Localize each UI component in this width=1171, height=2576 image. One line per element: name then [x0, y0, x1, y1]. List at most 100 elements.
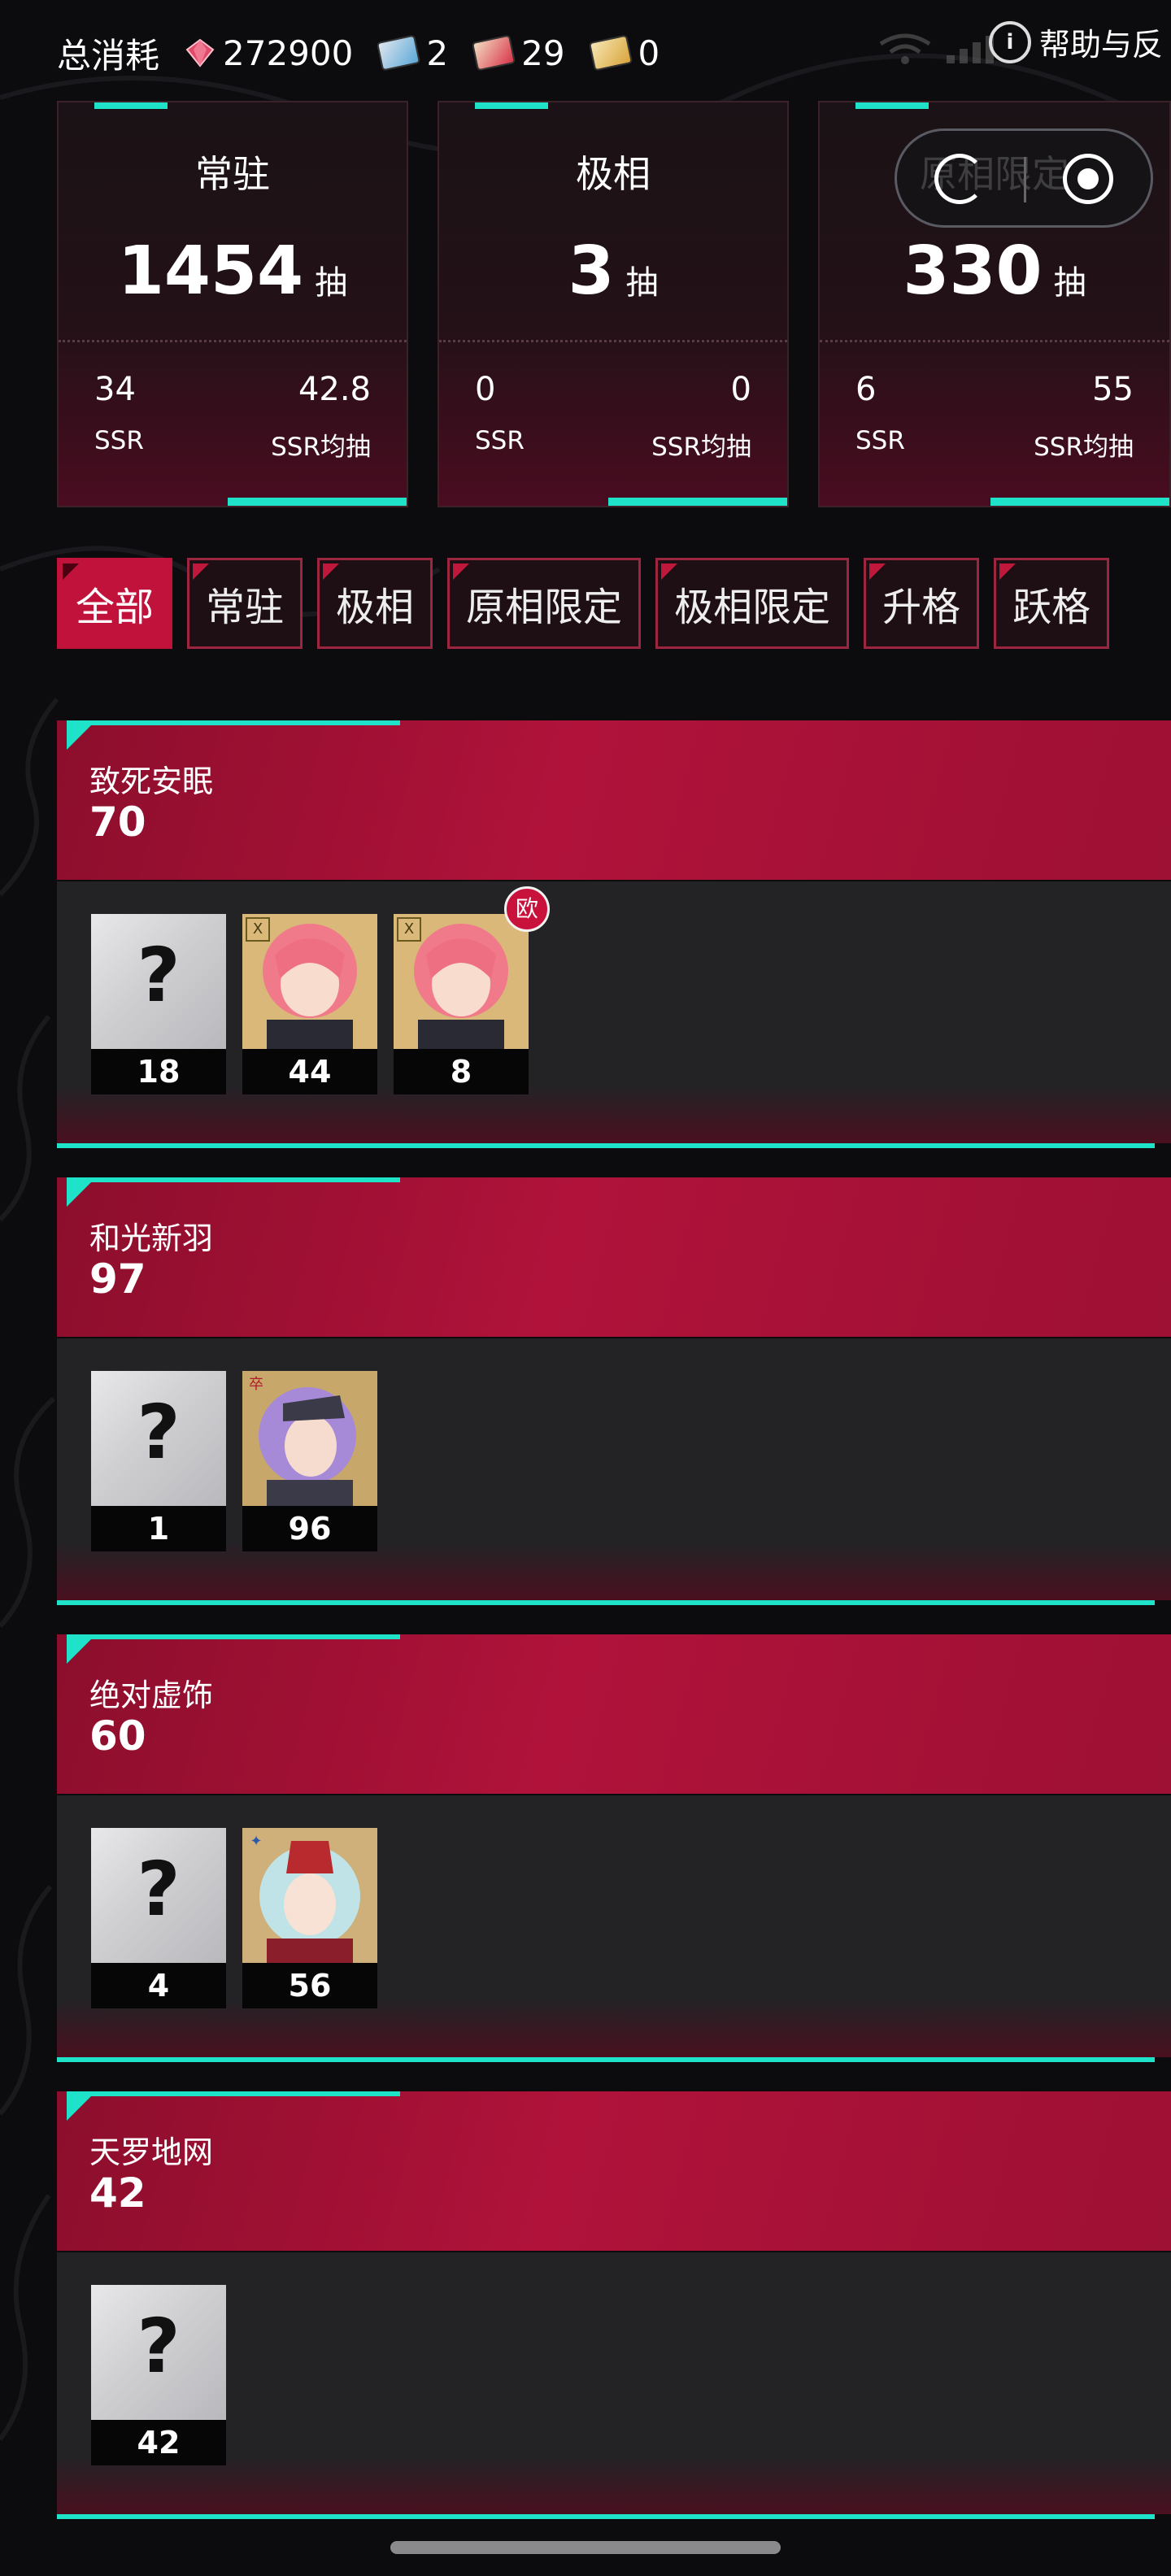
- unknown-portrait: ?: [91, 2285, 226, 2420]
- currency-red-ticket: 29: [471, 33, 565, 73]
- character-card-unknown[interactable]: ? 1: [91, 1371, 226, 1551]
- card-divider: [439, 340, 787, 342]
- character-card-unknown[interactable]: ? 4: [91, 1828, 226, 2008]
- character-card[interactable]: 卒 96: [242, 1371, 377, 1551]
- floating-capsule: [895, 128, 1153, 228]
- blue-ticket-icon: [377, 34, 421, 72]
- card-avg-value: 0: [730, 371, 751, 408]
- group-accent-corner: [67, 2091, 96, 2121]
- card-avg-label: SSR均抽: [271, 433, 371, 462]
- question-mark-icon: ?: [137, 1389, 181, 1476]
- group-accent-corner: [67, 1634, 96, 1664]
- group-separator: [57, 2514, 1155, 2519]
- character-pulls: 8: [394, 1049, 529, 1094]
- pool-group-header: 绝对虚饰 60: [57, 1634, 1171, 1794]
- question-mark-icon: ?: [137, 1846, 181, 1933]
- card-accent-bottom: [990, 498, 1169, 506]
- currency-diamond-value: 272900: [223, 33, 354, 73]
- stat-card-standard: 常驻 1454 抽 34 42.8 SSR SSR均抽: [57, 101, 408, 507]
- character-pulls: 44: [242, 1049, 377, 1094]
- rank-x-icon: X: [397, 917, 421, 942]
- pool-group-header: 天罗地网 42: [57, 2091, 1171, 2251]
- red-ticket-icon: [471, 34, 516, 72]
- info-icon: i: [988, 20, 1031, 63]
- pool-group-body: ? 18 X 44 X 欧 8: [57, 881, 1171, 1143]
- card-avg-value: 42.8: [298, 371, 371, 408]
- share-icon[interactable]: [934, 154, 985, 204]
- card-pull-count: 3抽: [439, 233, 787, 310]
- stat-card-polar: 极相 3抽 0 0 SSR SSR均抽: [437, 101, 789, 507]
- currency-blue-ticket-value: 2: [426, 33, 449, 73]
- group-separator: [57, 1143, 1155, 1148]
- currency-red-ticket-value: 29: [521, 33, 565, 73]
- tab-standard[interactable]: 常驻: [187, 558, 303, 649]
- home-indicator[interactable]: [390, 2541, 781, 2554]
- card-count-unit: 抽: [625, 264, 659, 302]
- group-accent: [67, 1634, 400, 1639]
- tab-leap[interactable]: 跃格: [994, 558, 1110, 649]
- character-pulls: 56: [242, 1963, 377, 2008]
- group-name: 天罗地网: [89, 2134, 214, 2170]
- rank-icon: 卒: [249, 1376, 263, 1393]
- card-count-value: 3: [568, 233, 615, 310]
- card-count-unit: 抽: [1053, 264, 1086, 302]
- character-card-unknown[interactable]: ? 18: [91, 914, 226, 1094]
- group-count: 70: [89, 798, 146, 846]
- card-title: 常驻: [195, 152, 270, 196]
- card-accent-bottom: [228, 498, 407, 506]
- group-accent: [67, 720, 400, 725]
- wifi-icon: [880, 33, 931, 64]
- card-accent: [475, 102, 548, 109]
- character-pulls: 4: [91, 1963, 226, 2008]
- group-count: 60: [89, 1712, 146, 1760]
- rank-star-icon: ✦: [250, 1833, 263, 1850]
- group-count: 97: [89, 1255, 146, 1303]
- pool-group-header: 和光新羽 97: [57, 1177, 1171, 1337]
- character-card[interactable]: X 44: [242, 914, 377, 1094]
- close-target-icon[interactable]: [1063, 154, 1113, 204]
- diamond-gem-icon: [185, 38, 215, 67]
- currency-gold-ticket: 0: [588, 33, 660, 73]
- card-ssr-label: SSR: [94, 426, 144, 455]
- group-accent: [67, 2091, 400, 2096]
- group-accent: [67, 1177, 400, 1182]
- unknown-portrait: ?: [91, 1371, 226, 1506]
- card-accent: [94, 102, 168, 109]
- question-mark-icon: ?: [137, 2303, 181, 2390]
- card-count-value: 330: [903, 233, 1043, 310]
- tab-polar-limited[interactable]: 极相限定: [655, 558, 850, 649]
- card-ssr-value: 6: [855, 371, 877, 408]
- character-pulls: 18: [91, 1049, 226, 1094]
- tab-polar[interactable]: 极相: [317, 558, 433, 649]
- group-accent-corner: [67, 720, 96, 750]
- card-avg-label: SSR均抽: [651, 433, 751, 462]
- group-separator: [57, 1600, 1155, 1605]
- unknown-portrait: ?: [91, 1828, 226, 1963]
- card-accent-bottom: [608, 498, 787, 506]
- unknown-portrait: ?: [91, 914, 226, 1049]
- total-consumption-bar: 总消耗 272900 2 29 0: [57, 24, 660, 81]
- help-feedback-label: 帮助与反: [1038, 27, 1163, 63]
- card-divider: [820, 340, 1169, 342]
- currency-diamond: 272900: [185, 33, 353, 73]
- group-name: 致死安眠: [89, 764, 214, 799]
- tab-all[interactable]: 全部: [57, 558, 173, 649]
- character-pulls: 1: [91, 1506, 226, 1551]
- card-count-unit: 抽: [315, 264, 348, 302]
- tab-origin-limited[interactable]: 原相限定: [447, 558, 642, 649]
- character-card-unknown[interactable]: ? 42: [91, 2285, 226, 2465]
- card-pull-count: 1454 抽: [59, 233, 407, 310]
- tab-ascend[interactable]: 升格: [864, 558, 980, 649]
- character-card[interactable]: ✦ 56: [242, 1828, 377, 2008]
- group-count: 42: [89, 2169, 146, 2217]
- help-feedback-button[interactable]: i 帮助与反: [988, 20, 1163, 64]
- card-pull-count: 330 抽: [820, 233, 1169, 310]
- card-ssr-label: SSR: [855, 426, 905, 455]
- character-pulls: 96: [242, 1506, 377, 1551]
- pool-filter-tabs: 全部 常驻 极相 原相限定 极相限定 升格 跃格: [57, 558, 1110, 649]
- pool-group-header: 致死安眠 70: [57, 720, 1171, 880]
- rank-x-icon: X: [246, 917, 270, 942]
- gold-ticket-icon: [588, 34, 633, 72]
- card-divider: [59, 340, 407, 342]
- character-card[interactable]: X 欧 8: [394, 886, 550, 1094]
